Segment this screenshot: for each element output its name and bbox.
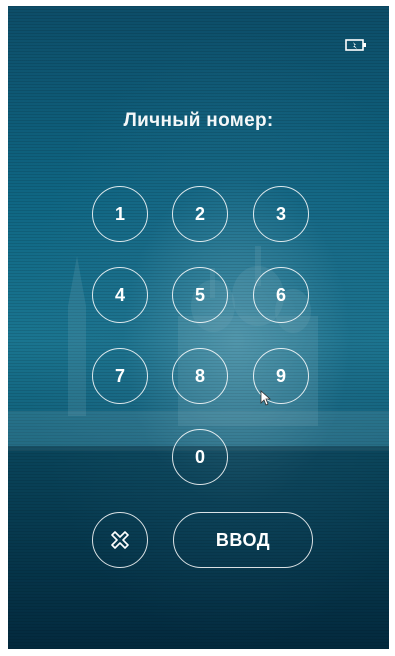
keypad-key-1[interactable]: 1 <box>92 186 148 242</box>
keypad-key-0[interactable]: 0 <box>172 429 228 485</box>
keypad-key-5[interactable]: 5 <box>172 267 228 323</box>
enter-button[interactable]: ВВОД <box>173 512 313 568</box>
pin-entry-screen: Личный номер: 1 2 3 4 5 6 7 8 9 0 ВВОД <box>8 6 389 649</box>
keypad-key-7[interactable]: 7 <box>92 348 148 404</box>
battery-charging-icon <box>345 39 366 51</box>
keypad-key-6[interactable]: 6 <box>253 267 309 323</box>
clear-button[interactable] <box>92 512 148 568</box>
keypad-key-8[interactable]: 8 <box>172 348 228 404</box>
keypad-key-2[interactable]: 2 <box>172 186 228 242</box>
keypad-key-4[interactable]: 4 <box>92 267 148 323</box>
keypad-key-3[interactable]: 3 <box>253 186 309 242</box>
mouse-cursor-icon <box>260 390 272 406</box>
page-title: Личный номер: <box>123 110 274 131</box>
clear-x-icon <box>111 531 129 549</box>
